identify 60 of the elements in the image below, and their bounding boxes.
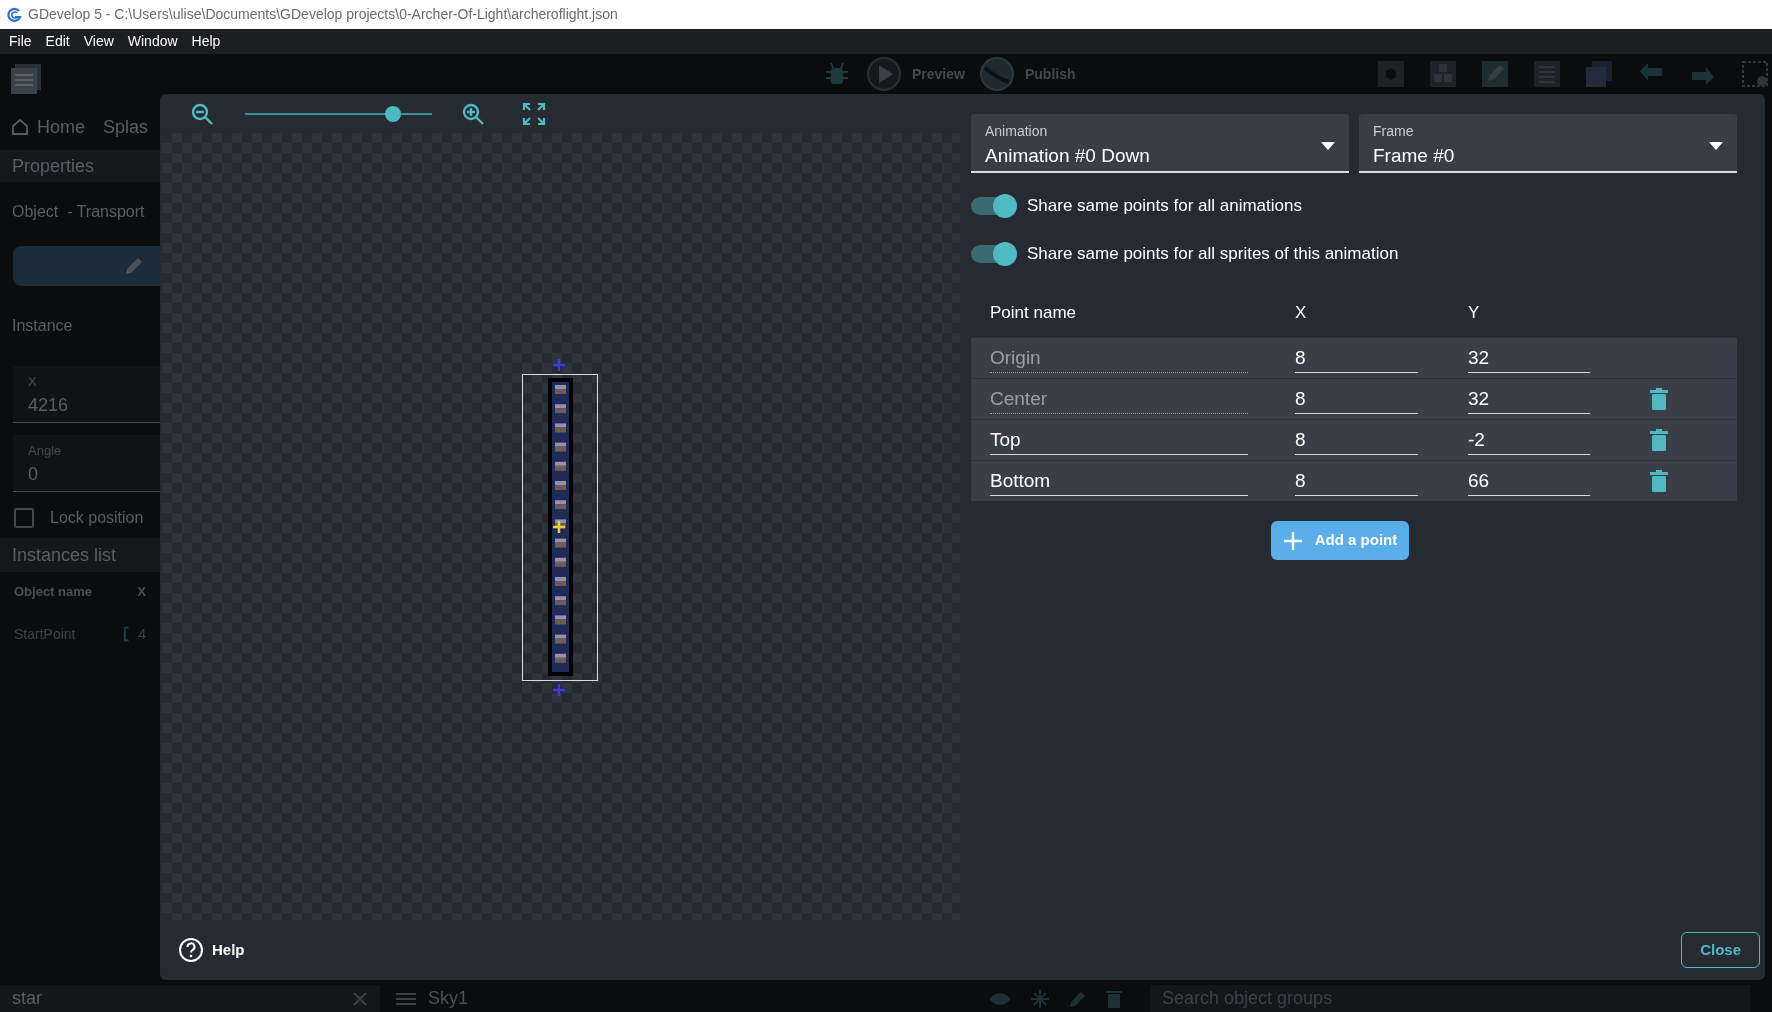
- number-input[interactable]: -2: [1468, 425, 1590, 455]
- object-label: Object - Transport: [11, 202, 146, 222]
- panel-title: Instances list: [12, 543, 117, 567]
- pencil-icon[interactable]: [1479, 59, 1510, 89]
- menu-item[interactable]: File: [2, 31, 39, 52]
- help-icon: [178, 937, 204, 963]
- menu-item[interactable]: Window: [120, 31, 185, 52]
- section-heading: Instance: [11, 316, 74, 336]
- name-input[interactable]: Top: [990, 425, 1248, 455]
- eye-icon[interactable]: [988, 990, 1013, 1007]
- trash-icon[interactable]: [1650, 429, 1668, 451]
- list-icon[interactable]: [1531, 59, 1562, 89]
- pencil-icon: [123, 255, 145, 277]
- table-cell-text: 4: [138, 624, 146, 644]
- cubes-icon[interactable]: [1427, 59, 1458, 89]
- toggle-label: Share same points for all sprites of this animation: [1027, 243, 1399, 266]
- caret-icon: [1709, 141, 1723, 150]
- dropdown-field[interactable]: Frame Frame #0: [1359, 114, 1737, 173]
- column-header: Point name: [990, 302, 1077, 325]
- layers-icon[interactable]: [1583, 59, 1614, 89]
- play-icon[interactable]: [866, 56, 902, 92]
- number-input[interactable]: 8: [1295, 425, 1418, 455]
- toggle-switch[interactable]: [971, 192, 1017, 220]
- bracket-icon: [122, 626, 131, 642]
- window-title: GDevelop 5 - C:\Users\ulise\Documents\GDevelop projects\0-Archer-Of-Light\archeroflight.json: [28, 5, 618, 24]
- column-header: Object name: [14, 583, 94, 601]
- panel-title: Properties: [12, 154, 95, 178]
- toggle-switch[interactable]: [971, 240, 1017, 268]
- checkbox-label: Lock position: [50, 508, 144, 528]
- zoom-out-icon[interactable]: [190, 101, 214, 126]
- zoom-in-icon[interactable]: [461, 101, 485, 126]
- layer-name: Sky1: [428, 987, 469, 1010]
- trash-icon[interactable]: [1650, 470, 1668, 492]
- document-stack-icon[interactable]: [10, 63, 44, 95]
- frame-icon[interactable]: [1739, 59, 1770, 89]
- column-header: X: [1295, 302, 1308, 325]
- close-icon[interactable]: [352, 990, 368, 1007]
- menu-icon[interactable]: [396, 991, 416, 1006]
- app-logo-icon: [6, 6, 22, 23]
- column-header: X: [137, 583, 146, 601]
- name-input[interactable]: Bottom: [990, 466, 1248, 496]
- number-input[interactable]: 8: [1295, 466, 1418, 496]
- menu-item[interactable]: Help: [184, 31, 228, 52]
- caret-icon: [1321, 141, 1335, 150]
- menu-item[interactable]: Edit: [38, 31, 77, 52]
- number-input[interactable]: 66: [1468, 466, 1590, 496]
- zoom-slider-thumb[interactable]: [384, 105, 401, 122]
- plus-icon: [1282, 530, 1303, 551]
- toggle-label: Share same points for all animations: [1027, 195, 1302, 218]
- table-cell-text: StartPoint: [14, 624, 77, 644]
- cube-icon[interactable]: [1375, 59, 1406, 89]
- help-button[interactable]: Help: [178, 937, 245, 963]
- close-button[interactable]: Close: [1681, 932, 1760, 968]
- dropdown-field[interactable]: Animation Animation #0 Down: [971, 114, 1349, 173]
- menu-item[interactable]: View: [76, 31, 121, 52]
- sparkle-icon[interactable]: [1030, 988, 1051, 1009]
- column-header: Y: [1468, 302, 1480, 325]
- fullscreen-icon[interactable]: [522, 101, 546, 126]
- home-icon: [11, 118, 29, 136]
- lock-checkbox[interactable]: [14, 508, 34, 528]
